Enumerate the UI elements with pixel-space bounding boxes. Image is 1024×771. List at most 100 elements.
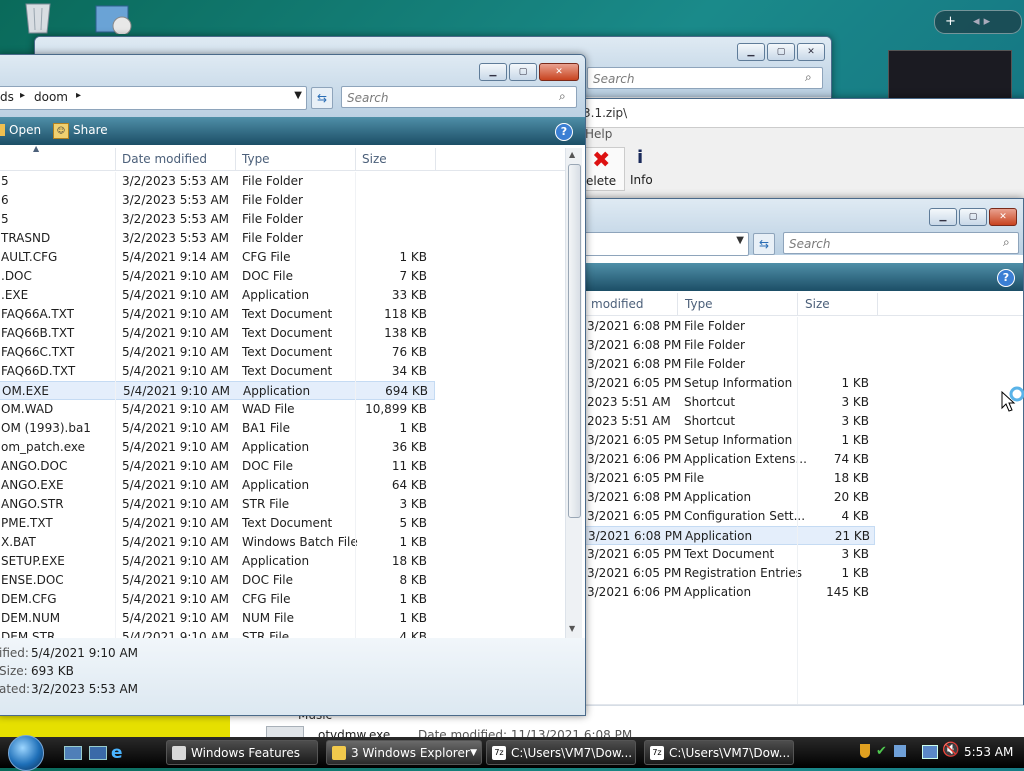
table-row[interactable]: 3/2021 6:05 PM Registration Entries 1 KB <box>553 564 875 583</box>
table-row[interactable]: 3/2021 6:08 PM File Folder <box>553 336 875 355</box>
table-row[interactable]: 5 3/2/2023 5:53 AM File Folder <box>0 210 435 229</box>
table-row[interactable]: .EXE 5/4/2021 9:10 AM Application 33 KB <box>0 286 435 305</box>
table-row[interactable]: AULT.CFG 5/4/2021 9:14 AM CFG File 1 KB <box>0 248 435 267</box>
close-button[interactable]: ✕ <box>539 63 579 81</box>
table-row[interactable]: 2023 5:51 AM Shortcut 3 KB <box>553 393 875 412</box>
table-row[interactable]: ENSE.DOC 5/4/2021 9:10 AM DOC File 8 KB <box>0 571 435 590</box>
refresh-button[interactable]: ⇆ <box>753 233 775 255</box>
table-row[interactable]: FAQ66C.TXT 5/4/2021 9:10 AM Text Document 7… <box>0 343 435 362</box>
table-row[interactable]: TRASND 3/2/2023 5:53 AM File Folder <box>0 229 435 248</box>
table-row[interactable]: OM (1993).ba1 5/4/2021 9:10 AM BA1 File 1 K… <box>0 419 435 438</box>
search-icon[interactable]: ⌕ <box>1003 235 1010 250</box>
table-row[interactable]: OM.EXE 5/4/2021 9:10 AM Application 694 KB <box>0 381 435 400</box>
table-row[interactable]: 3/2021 6:06 PM Application 145 KB <box>553 583 875 602</box>
column-type[interactable]: Type <box>242 152 270 166</box>
gadget-arrows[interactable]: ◂ ▸ <box>973 11 990 33</box>
table-row[interactable]: X.BAT 5/4/2021 9:10 AM Windows Batch File 1… <box>0 533 435 552</box>
table-row[interactable]: 3/2021 6:08 PM Application 21 KB <box>553 526 875 545</box>
taskbar-item-7zip-2[interactable]: 7z C:\Users\VM7\Dow... <box>644 740 794 765</box>
chevron-down-icon[interactable]: ▼ <box>736 235 744 246</box>
delete-button[interactable]: ✖ elete <box>585 147 625 191</box>
table-row[interactable]: 3/2021 6:05 PM Setup Information 1 KB <box>553 374 875 393</box>
breadcrumb-current[interactable]: doom <box>34 90 68 104</box>
table-row[interactable]: 6 3/2/2023 5:53 AM File Folder <box>0 191 435 210</box>
table-row[interactable]: OM.WAD 5/4/2021 9:10 AM WAD File 10,899 KB <box>0 400 435 419</box>
vertical-scrollbar[interactable]: ▲ ▼ <box>565 148 582 638</box>
table-row[interactable]: 3/2021 6:08 PM File Folder <box>553 317 875 336</box>
search-icon[interactable]: ⌕ <box>559 89 566 104</box>
share-button[interactable]: Share <box>73 123 108 137</box>
table-row[interactable]: 3/2021 6:08 PM File Folder <box>553 355 875 374</box>
installer-icon[interactable] <box>92 0 136 36</box>
minimize-button[interactable]: ▁ <box>929 208 957 226</box>
taskbar-item-7zip-1[interactable]: 7z C:\Users\VM7\Dow... <box>486 740 636 765</box>
table-row[interactable]: DEM.NUM 5/4/2021 9:10 AM NUM File 1 KB <box>0 609 435 628</box>
table-row[interactable]: DEM.CFG 5/4/2021 9:10 AM CFG File 1 KB <box>0 590 435 609</box>
chevron-down-icon[interactable]: ▼ <box>294 90 302 101</box>
open-button[interactable]: Open <box>9 123 41 137</box>
help-icon[interactable]: ? <box>997 269 1015 287</box>
scroll-down-arrow-icon[interactable]: ▼ <box>569 624 575 633</box>
volume-muted-icon[interactable]: 🔇 <box>942 742 959 758</box>
gadget-add-button[interactable]: + <box>945 11 956 33</box>
window-main-explorer[interactable]: ▁ ▢ ✕ ds ▸ doom ▸ ▼ ⇆ Search ⌕ Open ☺ Sh… <box>0 54 586 716</box>
close-button[interactable]: ✕ <box>989 208 1017 226</box>
table-row[interactable]: om_patch.exe 5/4/2021 9:10 AM Application 3… <box>0 438 435 457</box>
window-zip[interactable]: 3.1.zip\ Help ✖ elete i Info <box>560 98 1024 200</box>
table-row[interactable]: ANGO.STR 5/4/2021 9:10 AM STR File 3 KB <box>0 495 435 514</box>
maximize-button[interactable]: ▢ <box>959 208 987 226</box>
table-row[interactable]: 3/2021 6:05 PM File 18 KB <box>553 469 875 488</box>
search-input[interactable]: Search <box>341 86 577 108</box>
address-bar[interactable]: ds ▸ doom ▸ ▼ <box>0 86 307 110</box>
zip-path-bar[interactable]: 3.1.zip\ <box>561 99 1024 128</box>
breadcrumb-prev[interactable]: ds <box>0 90 14 104</box>
table-row[interactable]: ANGO.DOC 5/4/2021 9:10 AM DOC File 11 KB <box>0 457 435 476</box>
app-tray-icon[interactable] <box>894 745 906 757</box>
table-row[interactable]: PME.TXT 5/4/2021 9:10 AM Text Document 5 KB <box>0 514 435 533</box>
search-input[interactable]: Search <box>587 67 823 89</box>
close-button[interactable]: ✕ <box>797 43 825 61</box>
table-row[interactable]: .DOC 5/4/2021 9:10 AM DOC File 7 KB <box>0 267 435 286</box>
table-row[interactable]: FAQ66D.TXT 5/4/2021 9:10 AM Text Document 3… <box>0 362 435 381</box>
table-row[interactable]: 5 3/2/2023 5:53 AM File Folder <box>0 172 435 191</box>
window-right-explorer[interactable]: ▁ ▢ ✕ ▼ ⇆ Search ⌕ ? modified Type Size … <box>552 198 1024 737</box>
table-row[interactable]: 3/2021 6:08 PM Application 20 KB <box>553 488 875 507</box>
chevron-down-icon[interactable]: ▼ <box>470 741 477 764</box>
table-row[interactable]: SETUP.EXE 5/4/2021 9:10 AM Application 18 K… <box>0 552 435 571</box>
recycle-bin-icon[interactable] <box>20 0 56 34</box>
menu-help[interactable]: Help <box>585 127 612 141</box>
column-size[interactable]: Size <box>362 152 387 166</box>
minimize-button[interactable]: ▁ <box>737 43 765 61</box>
column-date-modified[interactable]: modified <box>591 297 644 311</box>
scroll-up-arrow-icon[interactable]: ▲ <box>569 150 575 159</box>
table-row[interactable]: 3/2021 6:06 PM Application Extens... 74 KB <box>553 450 875 469</box>
maximize-button[interactable]: ▢ <box>767 43 795 61</box>
start-button[interactable] <box>8 735 44 771</box>
taskbar-item-windows-explorer[interactable]: 3 Windows Explorer ▼ <box>326 740 482 765</box>
clock[interactable]: 5:53 AM <box>964 745 1013 759</box>
table-row[interactable]: FAQ66A.TXT 5/4/2021 9:10 AM Text Document 1… <box>0 305 435 324</box>
network-icon[interactable] <box>922 745 938 759</box>
column-date-modified[interactable]: Date modified <box>122 152 207 166</box>
table-row[interactable]: 3/2021 6:05 PM Text Document 3 KB <box>553 545 875 564</box>
info-button[interactable]: i Info <box>627 147 661 189</box>
switch-windows-icon[interactable] <box>89 746 107 760</box>
table-row[interactable]: FAQ66B.TXT 5/4/2021 9:10 AM Text Document 1… <box>0 324 435 343</box>
table-row[interactable]: 3/2021 6:05 PM Setup Information 1 KB <box>553 431 875 450</box>
column-type[interactable]: Type <box>685 297 713 311</box>
search-icon[interactable]: ⌕ <box>805 70 812 85</box>
security-shield-icon[interactable] <box>860 744 870 758</box>
table-row[interactable]: 3/2021 6:05 PM Configuration Sett... 4 KB <box>553 507 875 526</box>
security-center-icon[interactable]: ✔ <box>876 744 887 759</box>
refresh-button[interactable]: ⇆ <box>311 87 333 109</box>
help-icon[interactable]: ? <box>555 123 573 141</box>
sidebar-gadget-controls[interactable]: + ◂ ▸ <box>934 10 1022 34</box>
table-row[interactable]: 2023 5:51 AM Shortcut 3 KB <box>553 412 875 431</box>
search-input[interactable]: Search <box>783 232 1019 254</box>
taskbar-item-windows-features[interactable]: Windows Features <box>166 740 318 765</box>
table-row[interactable]: DEM.STR 5/4/2021 9:10 AM STR File 4 KB <box>0 628 435 638</box>
table-row[interactable]: ANGO.EXE 5/4/2021 9:10 AM Application 64 KB <box>0 476 435 495</box>
column-size[interactable]: Size <box>805 297 830 311</box>
internet-explorer-icon[interactable]: e <box>111 743 123 763</box>
maximize-button[interactable]: ▢ <box>509 63 537 81</box>
